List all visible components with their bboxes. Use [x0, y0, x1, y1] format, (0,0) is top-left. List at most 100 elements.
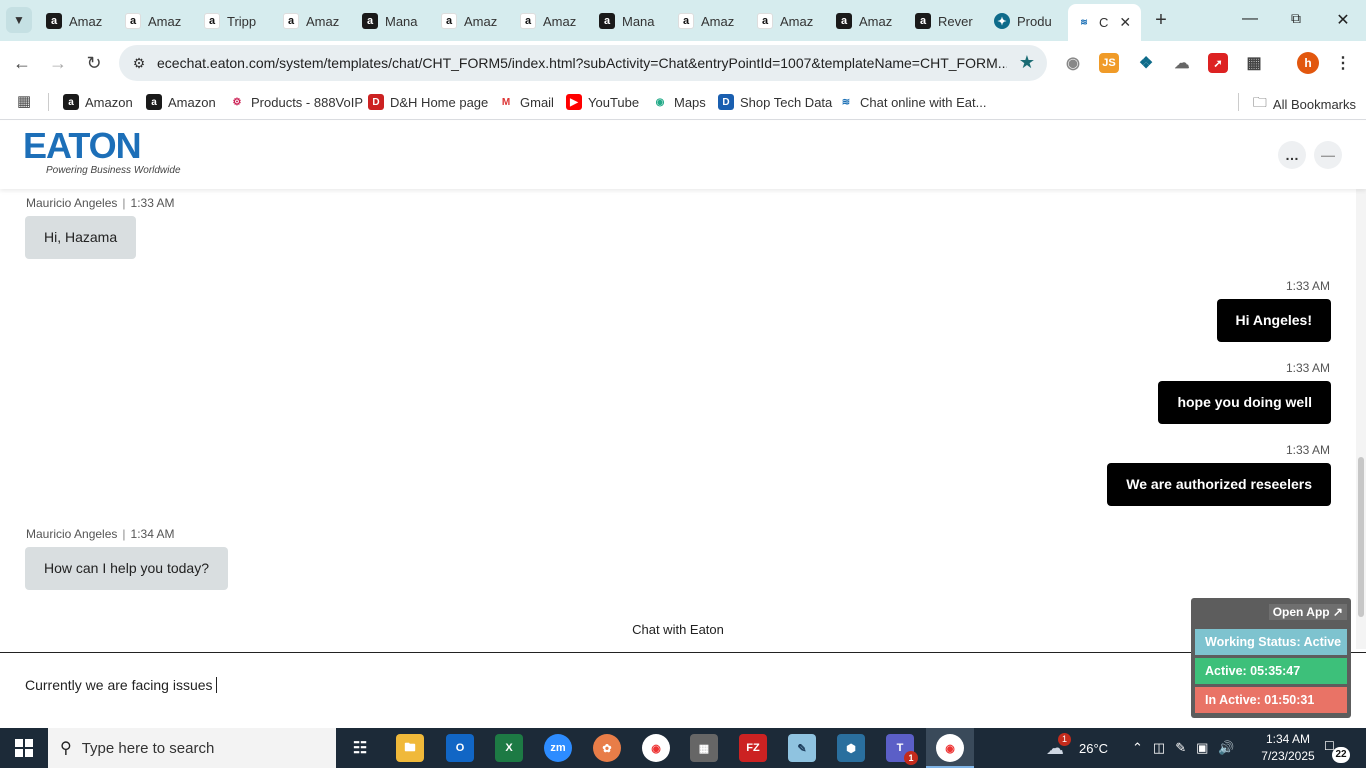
amazon-dark-icon: a — [146, 94, 162, 110]
windows-logo-icon — [15, 739, 33, 757]
user-message-bubble: Hi Angeles! — [1216, 299, 1331, 342]
clock-time: 1:34 AM — [1265, 732, 1311, 746]
bookmark-item[interactable]: D D&H Home page — [368, 92, 488, 112]
extensions-puzzle-icon[interactable]: ▦ — [1244, 53, 1264, 73]
more-options-button[interactable]: … — [1278, 141, 1306, 169]
amazon-icon: a — [757, 13, 773, 29]
file-explorer-icon[interactable]: 🖿 — [396, 734, 424, 762]
bookmark-label: Amazon — [168, 94, 216, 110]
browser-tab[interactable]: a Amaz — [125, 8, 196, 34]
url-text[interactable]: ecechat.eaton.com/system/templates/chat/… — [157, 55, 1007, 71]
browser-tab[interactable]: a Rever — [915, 8, 986, 34]
bookmark-item[interactable]: ⚙ Products - 888VoIP — [229, 92, 364, 112]
profile-avatar[interactable]: h — [1297, 52, 1319, 74]
tab-title: Rever — [938, 13, 973, 29]
product-extension-icon[interactable]: ❖ — [1136, 53, 1156, 73]
battery-icon[interactable]: ◫ — [1153, 740, 1165, 756]
tab-title: Amaz — [464, 13, 498, 29]
volume-icon[interactable]: 🔊 — [1218, 740, 1234, 756]
close-window-button[interactable]: ✕ — [1333, 10, 1353, 30]
amazon-icon: a — [204, 13, 220, 29]
bookmark-item[interactable]: a Amazon — [63, 92, 133, 112]
browser-tab[interactable]: ✦ Produ — [994, 8, 1065, 34]
chrome-icon: ◉ — [936, 734, 964, 762]
browser-tab[interactable]: a Mana — [362, 8, 433, 34]
pen-icon[interactable]: ✎ — [1175, 740, 1186, 756]
chrome-taskbar-button[interactable]: ◉ — [926, 728, 974, 768]
filezilla-icon[interactable]: FZ — [739, 734, 767, 762]
address-bar[interactable]: ⚙ ecechat.eaton.com/system/templates/cha… — [119, 45, 1047, 81]
hexagon-app-icon[interactable]: ⬢ — [837, 734, 865, 762]
bookmark-item[interactable]: ≋ Chat online with Eat... — [838, 92, 987, 112]
network-icon[interactable]: ▣ — [1196, 740, 1208, 756]
browser-menu-icon[interactable]: ⋮ — [1333, 53, 1353, 73]
weather-widget[interactable]: ☁ 1 26°C — [1046, 728, 1108, 768]
all-bookmarks-button[interactable]: 🗀 All Bookmarks — [1253, 92, 1356, 116]
task-view-icon[interactable]: ☷ — [346, 734, 374, 762]
cloud-extension-icon[interactable]: ☁ — [1172, 53, 1192, 73]
notes-app-icon[interactable]: ✎ — [788, 734, 816, 762]
eaton-chat-icon: ≋ — [841, 96, 851, 108]
bookmark-item[interactable]: ◉ Maps — [652, 92, 706, 112]
message-meta: Mauricio Angeles | 1:33 AM — [26, 196, 175, 210]
bookmark-item[interactable]: D Shop Tech Data — [718, 92, 832, 112]
clock[interactable]: 1:34 AM 7/23/2025 — [1260, 731, 1316, 765]
teams-badge: 1 — [904, 751, 918, 765]
chevron-up-icon[interactable]: ⌃ — [1132, 740, 1143, 756]
globe-extension-icon[interactable]: ◉ — [1063, 53, 1083, 73]
start-button[interactable] — [0, 728, 48, 768]
chevron-down-icon: ▼ — [13, 13, 25, 27]
tab-title: Mana — [385, 13, 418, 29]
calculator-icon[interactable]: ▦ — [690, 734, 718, 762]
browser-tab[interactable]: a Amaz — [836, 8, 907, 34]
pdf-extension-icon[interactable]: ➚ — [1208, 53, 1228, 73]
restore-button[interactable]: ⧉ — [1286, 10, 1306, 27]
minimize-button[interactable]: — — [1240, 10, 1260, 28]
minimize-chat-button[interactable]: — — [1314, 141, 1342, 169]
bookmark-star-icon[interactable]: ★ — [1019, 52, 1035, 73]
message-composer[interactable]: Currently we are facing issues ➤ — [0, 653, 1366, 728]
open-app-button[interactable]: Open App ↗ — [1268, 604, 1347, 620]
chat-scrollbar[interactable] — [1356, 189, 1366, 649]
notification-count: 22 — [1332, 747, 1350, 763]
browser-tab[interactable]: a Amaz — [283, 8, 354, 34]
reload-button[interactable]: ↻ — [83, 52, 105, 74]
forward-button[interactable]: → — [47, 52, 69, 74]
browser-tab[interactable]: a Amaz — [441, 8, 512, 34]
active-timer: Active: 05:35:47 — [1195, 658, 1347, 684]
separator: | — [122, 527, 126, 541]
js-extension-icon[interactable]: JS — [1099, 53, 1119, 73]
tab-search-button[interactable]: ▼ — [6, 7, 32, 33]
bookmark-item[interactable]: ▶ YouTube — [566, 92, 639, 112]
amazon-icon: a — [362, 13, 378, 29]
browser-tab[interactable]: a Mana — [599, 8, 670, 34]
tab-title: Amaz — [148, 13, 182, 29]
new-tab-button[interactable]: + — [1150, 9, 1172, 32]
apps-grid-icon[interactable]: ▦ — [17, 92, 35, 110]
message-input[interactable]: Currently we are facing issues — [25, 677, 217, 693]
amazon-dark-icon: a — [63, 94, 79, 110]
browser-tab[interactable]: a Amaz — [757, 8, 828, 34]
browser-tab[interactable]: a Tripp — [204, 8, 275, 34]
excel-icon[interactable]: X — [495, 734, 523, 762]
browser-tab[interactable]: a Amaz — [46, 8, 117, 34]
browser-tab[interactable]: a Amaz — [678, 8, 749, 34]
bookmark-item[interactable]: a Amazon — [146, 92, 216, 112]
back-button[interactable]: ← — [11, 52, 33, 74]
site-info-icon[interactable]: ⚙ — [129, 53, 149, 73]
close-icon[interactable]: ✕ — [1119, 14, 1131, 31]
scrollbar-thumb[interactable] — [1358, 457, 1364, 617]
browser-tab[interactable]: a Amaz — [520, 8, 591, 34]
weather-temp: 26°C — [1079, 740, 1109, 756]
outlook-icon[interactable]: O — [446, 734, 474, 762]
divider — [1238, 93, 1239, 111]
snip-tool-icon[interactable]: ✿ — [593, 734, 621, 762]
zoom-icon[interactable]: zm — [544, 734, 572, 762]
bookmark-item[interactable]: M Gmail — [498, 92, 554, 112]
divider — [48, 93, 49, 111]
taskbar-search[interactable]: ⚲ Type here to search — [48, 728, 336, 768]
chrome-profile-icon[interactable]: ◉ — [642, 734, 670, 762]
message-time: 1:34 AM — [130, 527, 175, 541]
tab-active[interactable]: ≋ C ✕ — [1068, 4, 1141, 41]
teams-icon[interactable]: T1 — [886, 734, 918, 765]
